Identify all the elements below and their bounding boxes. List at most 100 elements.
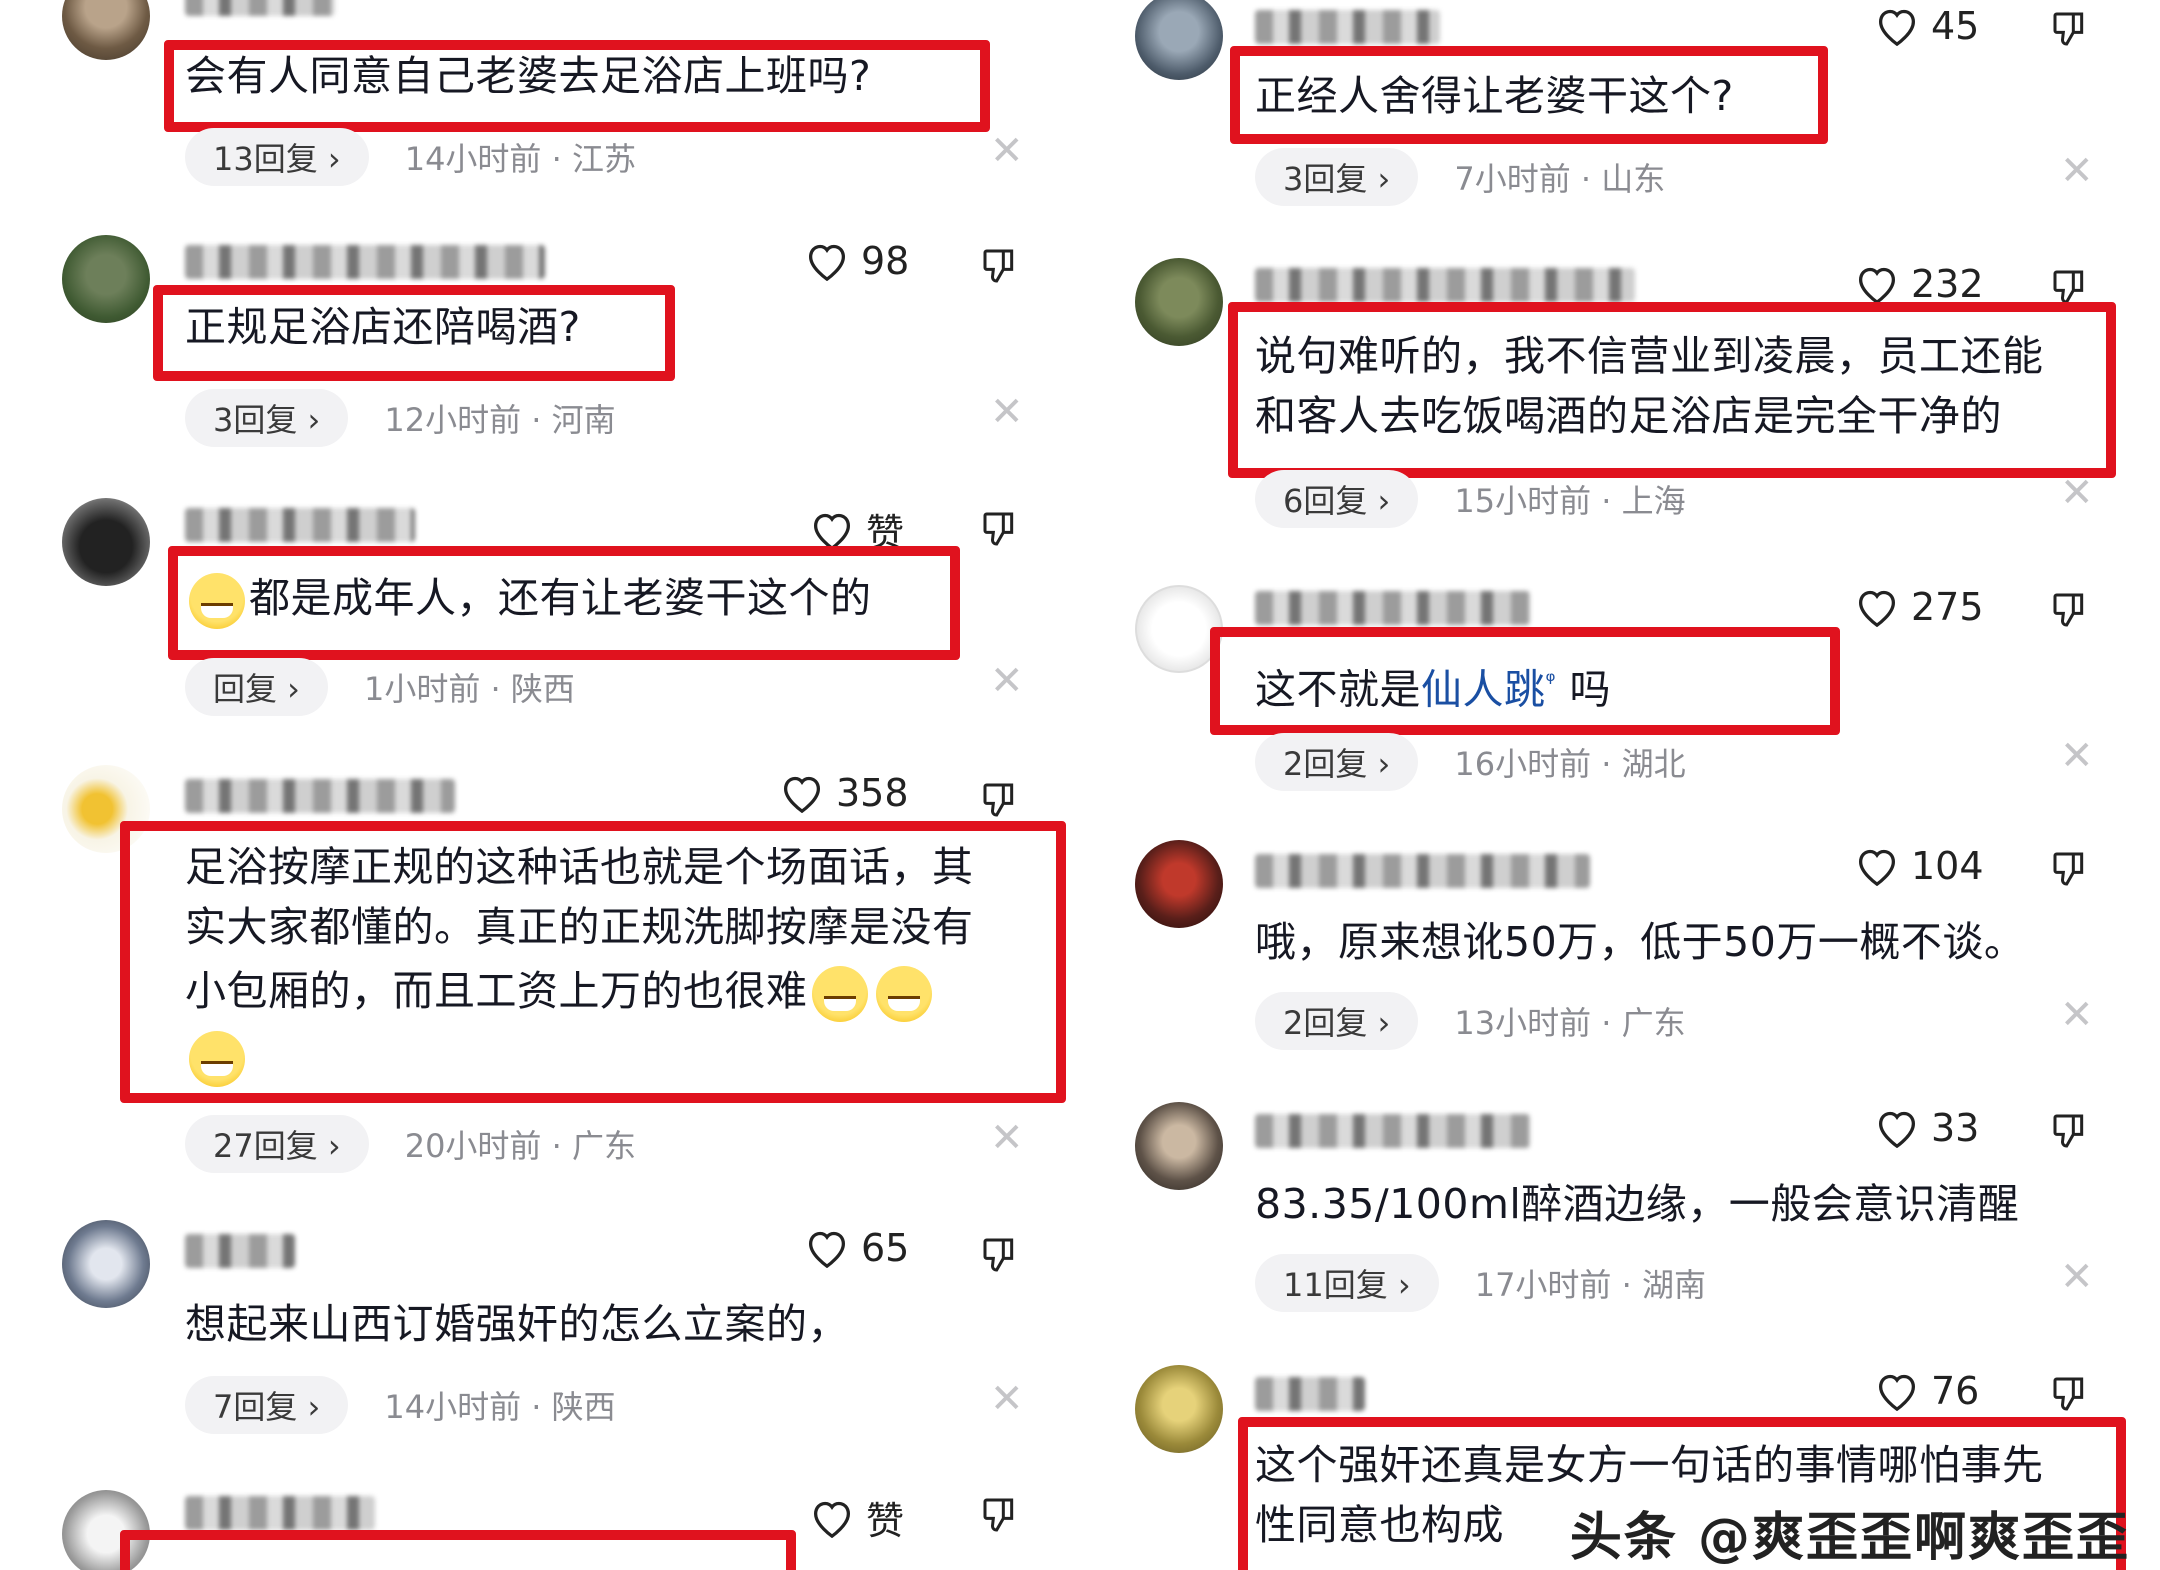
close-icon[interactable]: ✕ xyxy=(990,389,1024,435)
dislike-icon[interactable] xyxy=(980,779,1020,821)
emoji-row xyxy=(185,1026,974,1087)
like-count: 33 xyxy=(1931,1106,1980,1150)
comment-text: 哦，原来想讹50万，低于50万一概不谈。 xyxy=(1255,918,2026,966)
close-icon[interactable]: ✕ xyxy=(2060,1254,2094,1300)
avatar[interactable] xyxy=(62,1220,150,1308)
avatar[interactable] xyxy=(62,498,150,586)
like-button[interactable]: 104 xyxy=(1855,844,1984,888)
time-location: 16小时前 · 湖北 xyxy=(1454,745,1686,783)
username-blurred[interactable] xyxy=(185,0,335,16)
username-blurred[interactable] xyxy=(185,1234,295,1268)
avatar[interactable] xyxy=(62,235,150,323)
heart-icon xyxy=(808,244,846,281)
close-icon[interactable]: ✕ xyxy=(2060,148,2094,194)
dislike-icon[interactable] xyxy=(980,508,1020,550)
time-location: 13小时前 · 广东 xyxy=(1454,1004,1686,1042)
right-comment-column: 45 正经人舍得让老婆干这个? 3回复 › 7小时前 · 山东 ✕ 232 说句… xyxy=(1080,0,2160,1570)
username-blurred[interactable] xyxy=(1255,854,1590,888)
dislike-icon[interactable] xyxy=(2050,1373,2090,1415)
time-location: 20小时前 · 广东 xyxy=(404,1127,636,1165)
comment-text-row: 都是成年人，还有让老婆干这个的 xyxy=(185,568,872,629)
search-link[interactable]: 仙人跳 xyxy=(1421,666,1546,714)
comment-meta: 3回复 › 12小时前 · 河南 xyxy=(185,389,616,447)
username-blurred[interactable] xyxy=(1255,268,1635,302)
reply-count-button[interactable]: 3回复 › xyxy=(185,389,349,447)
reply-count-button[interactable]: 7回复 › xyxy=(185,1376,349,1434)
comment-text-line: 小包厢的，而且工资上万的也很难 xyxy=(185,967,808,1015)
like-count: 275 xyxy=(1911,585,1984,629)
heart-icon xyxy=(1878,1111,1916,1148)
comment-text: 这不就是 xyxy=(1255,665,1421,714)
username-blurred[interactable] xyxy=(1255,1377,1365,1411)
left-comment-column: 会有人同意自己老婆去足浴店上班吗? 13回复 › 14小时前 · 江苏 ✕ 98… xyxy=(0,0,1080,1570)
like-count: 45 xyxy=(1931,4,1980,48)
dislike-icon[interactable] xyxy=(980,1494,1020,1536)
like-button[interactable]: 232 xyxy=(1855,262,1984,306)
reply-count-button[interactable]: 2回复 › xyxy=(1255,992,1419,1050)
like-count: 76 xyxy=(1931,1369,1980,1413)
heart-icon xyxy=(1878,1374,1916,1411)
like-count: 104 xyxy=(1911,844,1984,888)
emoji-icon xyxy=(189,573,245,629)
reply-count-button[interactable]: 13回复 › xyxy=(185,128,369,186)
avatar[interactable] xyxy=(1135,0,1223,80)
username-blurred[interactable] xyxy=(1255,591,1530,625)
dislike-icon[interactable] xyxy=(980,245,1020,287)
avatar[interactable] xyxy=(1135,1365,1223,1453)
avatar[interactable] xyxy=(62,0,150,60)
reply-count-button[interactable]: 回复 › xyxy=(185,658,328,716)
close-icon[interactable]: ✕ xyxy=(990,658,1024,704)
comment-meta: 2回复 › 13小时前 · 广东 xyxy=(1255,992,1686,1050)
time-location: 12小时前 · 河南 xyxy=(384,401,616,439)
avatar[interactable] xyxy=(1135,258,1223,346)
dislike-icon[interactable] xyxy=(980,1234,1020,1276)
close-icon[interactable]: ✕ xyxy=(2060,733,2094,779)
username-blurred[interactable] xyxy=(185,779,455,813)
comment-meta: 3回复 › 7小时前 · 山东 xyxy=(1255,148,1665,206)
like-button[interactable]: 275 xyxy=(1855,585,1984,629)
comment-text-line: 足浴按摩正规的这种话也就是个场面话，其 xyxy=(185,843,974,891)
avatar[interactable] xyxy=(1135,1102,1223,1190)
search-icon[interactable]: ᵠ xyxy=(1546,667,1556,695)
username-blurred[interactable] xyxy=(185,245,545,279)
comment-meta: 2回复 › 16小时前 · 湖北 xyxy=(1255,733,1686,791)
reply-count-button[interactable]: 11回复 › xyxy=(1255,1254,1439,1312)
close-icon[interactable]: ✕ xyxy=(990,1115,1024,1161)
like-count: 232 xyxy=(1911,262,1984,306)
close-icon[interactable]: ✕ xyxy=(990,1376,1024,1422)
username-blurred[interactable] xyxy=(185,1496,375,1530)
reply-count-button[interactable]: 2回复 › xyxy=(1255,733,1419,791)
comment-meta: 27回复 › 20小时前 · 广东 xyxy=(185,1115,636,1173)
close-icon[interactable]: ✕ xyxy=(2060,470,2094,516)
dislike-icon[interactable] xyxy=(2050,1110,2090,1152)
like-button[interactable]: 33 xyxy=(1875,1106,1979,1150)
like-button[interactable]: 65 xyxy=(805,1226,909,1270)
dislike-icon[interactable] xyxy=(2050,8,2090,50)
comment-text-block: 说句难听的，我不信营业到凌晨，员工还能 和客人去吃饭喝酒的足浴店是完全干净的 xyxy=(1255,326,2044,446)
username-blurred[interactable] xyxy=(1255,1114,1530,1148)
reply-count-button[interactable]: 6回复 › xyxy=(1255,470,1419,528)
time-location: 14小时前 · 江苏 xyxy=(404,140,636,178)
heart-icon xyxy=(1878,9,1916,46)
like-button[interactable]: 赞 xyxy=(810,1490,904,1545)
comment-text: 会有人同意自己老婆去足浴店上班吗? xyxy=(185,52,872,100)
comment-text-line-row: 小包厢的，而且工资上万的也很难 xyxy=(185,961,974,1022)
heart-icon xyxy=(1858,267,1896,304)
time-location: 14小时前 · 陕西 xyxy=(384,1388,616,1426)
like-button[interactable]: 98 xyxy=(805,239,909,283)
username-blurred[interactable] xyxy=(1255,10,1440,44)
avatar[interactable] xyxy=(1135,840,1223,928)
username-blurred[interactable] xyxy=(185,508,415,542)
reply-count-button[interactable]: 3回复 › xyxy=(1255,148,1419,206)
reply-count-button[interactable]: 27回复 › xyxy=(185,1115,369,1173)
like-count: 358 xyxy=(836,771,909,815)
like-count: 赞 xyxy=(866,1499,905,1543)
close-icon[interactable]: ✕ xyxy=(2060,992,2094,1038)
comment-meta: 回复 › 1小时前 · 陕西 xyxy=(185,658,575,716)
like-button[interactable]: 358 xyxy=(780,771,909,815)
dislike-icon[interactable] xyxy=(2050,589,2090,631)
like-button[interactable]: 76 xyxy=(1875,1369,1979,1413)
close-icon[interactable]: ✕ xyxy=(990,128,1024,174)
like-button[interactable]: 45 xyxy=(1875,4,1979,48)
dislike-icon[interactable] xyxy=(2050,848,2090,890)
